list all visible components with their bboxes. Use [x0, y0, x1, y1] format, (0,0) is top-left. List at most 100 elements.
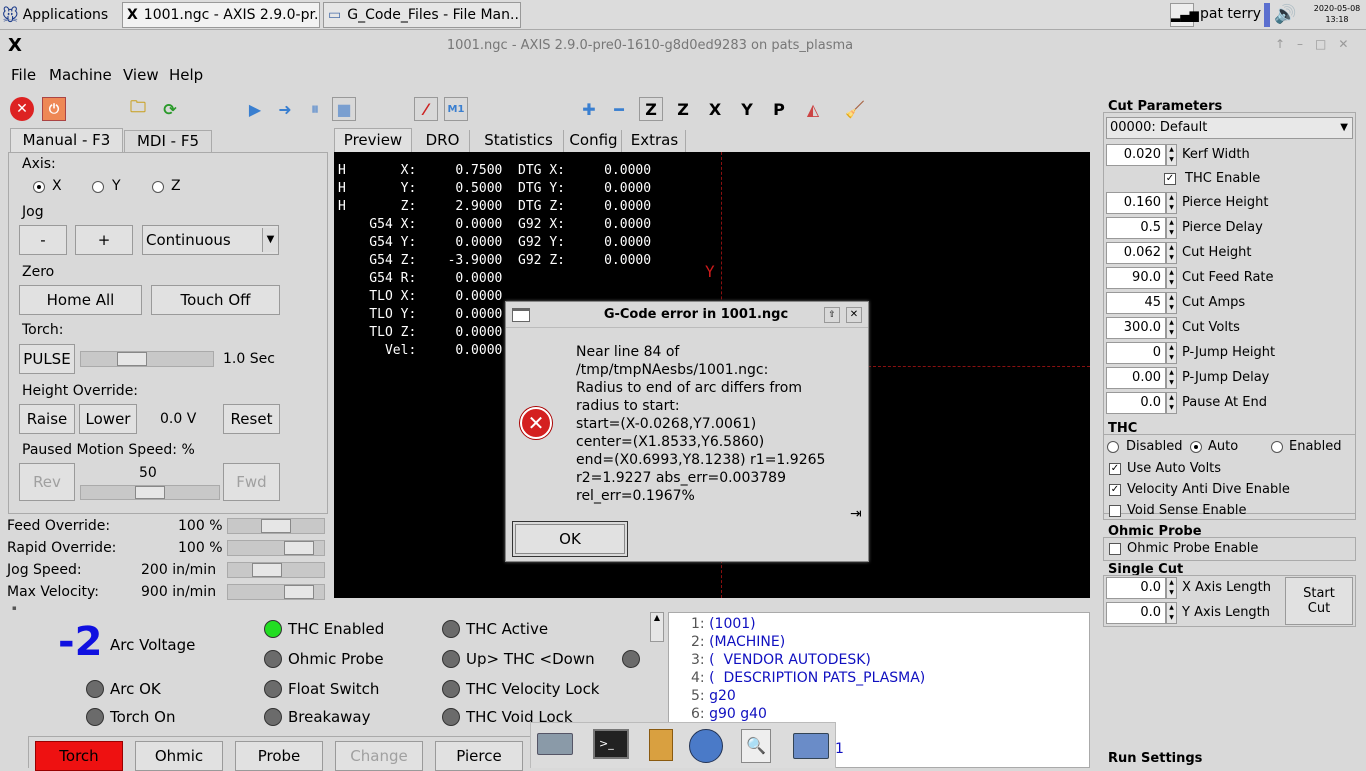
torch-button[interactable]: Torch — [35, 741, 123, 771]
gcode-line[interactable]: 5: g20 — [691, 687, 1089, 705]
reload-icon[interactable]: ⟳ — [158, 97, 182, 121]
rev-button[interactable]: Rev — [19, 463, 75, 501]
cut-param-stepper[interactable]: ▲ ▼ — [1166, 292, 1177, 314]
max-velocity-thumb[interactable] — [284, 585, 314, 599]
search-icon[interactable]: 🔍 — [741, 729, 771, 763]
tab-dro[interactable]: DRO — [416, 130, 470, 152]
paused-speed-slider[interactable] — [80, 485, 220, 500]
taskbar-task-axis[interactable]: X 1001.ngc - AXIS 2.9.0-pr... — [122, 2, 320, 28]
change-button[interactable]: Change — [335, 741, 423, 771]
cut-param-input[interactable]: 45 — [1106, 292, 1166, 314]
cut-param-stepper[interactable]: ▲ ▼ — [1166, 192, 1177, 214]
pause-icon[interactable]: ⏸ — [303, 97, 327, 121]
applications-menu[interactable]: 🐭 Applications — [2, 3, 108, 27]
jog-mode-select[interactable]: Continuous ▼ — [142, 225, 279, 255]
material-select[interactable]: 00000: Default ▼ — [1106, 117, 1353, 139]
ohmic-enable-checkbox[interactable] — [1109, 543, 1121, 555]
taskbar-task-filemanager[interactable]: ▭ G_Code_Files - File Man... — [323, 2, 521, 28]
zoom-out-icon[interactable]: ━ — [607, 97, 631, 121]
zoom-in-icon[interactable]: ✚ — [577, 97, 601, 121]
x-axis-length-input[interactable]: 0.0 — [1106, 577, 1166, 599]
thc-disabled-radio[interactable] — [1107, 441, 1119, 453]
cut-param-stepper[interactable]: ▲ ▼ — [1166, 342, 1177, 364]
y-axis-length-input[interactable]: 0.0 — [1106, 602, 1166, 624]
network-icon[interactable]: ▂▄▆ — [1170, 3, 1199, 27]
volume-icon[interactable]: 🔊 — [1274, 4, 1296, 25]
paused-slider-thumb[interactable] — [135, 486, 165, 499]
menu-view[interactable]: View — [123, 66, 159, 84]
raise-button[interactable]: Raise — [19, 404, 75, 434]
touch-off-button[interactable]: Touch Off — [151, 285, 280, 315]
jog-speed-slider[interactable] — [227, 562, 325, 578]
cut-param-stepper[interactable]: ▲ ▼ — [1166, 144, 1177, 166]
cut-param-input[interactable]: 0.0 — [1106, 392, 1166, 414]
view-y-icon[interactable]: Y — [735, 97, 759, 121]
tab-config[interactable]: Config — [566, 130, 622, 152]
cut-param-input[interactable]: 0 — [1106, 342, 1166, 364]
ohmic-button[interactable]: Ohmic — [135, 741, 223, 771]
jog-speed-thumb[interactable] — [252, 563, 282, 577]
pulse-slider[interactable] — [80, 351, 214, 367]
probe-button[interactable]: Probe — [235, 741, 323, 771]
plasma-scrollbar[interactable]: ▲ — [650, 612, 664, 642]
workspace-indicator[interactable] — [1264, 3, 1270, 27]
user-name[interactable]: pat terry — [1200, 6, 1261, 22]
axis-x-radio[interactable] — [33, 181, 45, 193]
thc-auto-radio[interactable] — [1190, 441, 1202, 453]
use-auto-volts-checkbox[interactable]: ✓ — [1109, 463, 1121, 475]
pulse-button[interactable]: PULSE — [19, 344, 75, 374]
block-delete-icon[interactable]: ⁄ — [414, 97, 438, 121]
jog-plus-button[interactable]: + — [75, 225, 133, 255]
gcode-line[interactable]: 1: (1001) — [691, 615, 1089, 633]
run-icon[interactable]: ▶ — [243, 97, 267, 121]
jog-minus-button[interactable]: - — [19, 225, 67, 255]
web-browser-icon[interactable] — [689, 729, 723, 763]
cut-param-stepper[interactable]: ▲ ▼ — [1166, 392, 1177, 414]
gcode-line[interactable]: 4: ( DESCRIPTION PATS_PLASMA) — [691, 669, 1089, 687]
cut-param-stepper[interactable]: ▲ ▼ — [1166, 242, 1177, 264]
cut-param-input[interactable]: 0.5 — [1106, 217, 1166, 239]
cut-param-stepper[interactable]: ▲ ▼ — [1166, 367, 1177, 389]
clear-plot-icon[interactable]: 🧹 — [843, 97, 867, 121]
view-z-icon[interactable]: Z — [639, 97, 663, 121]
cut-param-input[interactable]: 0.160 — [1106, 192, 1166, 214]
rapid-override-thumb[interactable] — [284, 541, 314, 555]
vad-checkbox[interactable]: ✓ — [1109, 484, 1121, 496]
open-folder-icon[interactable]: 🗀 — [126, 97, 150, 121]
axis-z-radio[interactable] — [152, 181, 164, 193]
rotate-icon[interactable]: ◭ — [801, 97, 825, 121]
file-cabinet-icon[interactable] — [649, 729, 673, 761]
max-velocity-slider[interactable] — [227, 584, 325, 600]
height-reset-button[interactable]: Reset — [223, 404, 280, 434]
void-sense-checkbox[interactable] — [1109, 505, 1121, 517]
dialog-maximize-icon[interactable]: ⇧ — [824, 307, 840, 323]
resize-handle-icon[interactable]: ▪ — [12, 604, 17, 612]
tab-manual[interactable]: Manual - F3 — [10, 128, 123, 152]
folder-icon[interactable] — [793, 733, 829, 759]
stop-icon[interactable]: ■ — [332, 97, 356, 121]
tab-preview[interactable]: Preview — [334, 128, 412, 152]
x-axis-length-stepper[interactable]: ▲ ▼ — [1166, 577, 1177, 599]
axis-y-radio[interactable] — [92, 181, 104, 193]
dialog-close-icon[interactable]: ✕ — [846, 307, 862, 323]
menu-file[interactable]: File — [11, 66, 36, 84]
power-icon[interactable]: ⏻ — [42, 97, 66, 121]
pierce-button[interactable]: Pierce — [435, 741, 523, 771]
tab-statistics[interactable]: Statistics — [474, 130, 564, 152]
pulse-slider-thumb[interactable] — [117, 352, 147, 366]
view-p-icon[interactable]: P — [767, 97, 791, 121]
clock[interactable]: 2020-05-08 13:18 — [1310, 3, 1364, 25]
tab-mdi[interactable]: MDI - F5 — [124, 130, 212, 152]
gcode-line[interactable]: 6: g90 g40 — [691, 705, 1089, 723]
gcode-line[interactable]: 2: (MACHINE) — [691, 633, 1089, 651]
y-axis-length-stepper[interactable]: ▲ ▼ — [1166, 602, 1177, 624]
rapid-override-slider[interactable] — [227, 540, 325, 556]
desktop-icon[interactable] — [537, 733, 573, 755]
view-x-icon[interactable]: X — [703, 97, 727, 121]
fwd-button[interactable]: Fwd — [223, 463, 280, 501]
optional-stop-icon[interactable]: M1 — [444, 97, 468, 121]
home-all-button[interactable]: Home All — [19, 285, 142, 315]
cut-param-input[interactable]: 300.0 — [1106, 317, 1166, 339]
thc-enabled-radio[interactable] — [1271, 441, 1283, 453]
cut-param-input[interactable]: 0.062 — [1106, 242, 1166, 264]
